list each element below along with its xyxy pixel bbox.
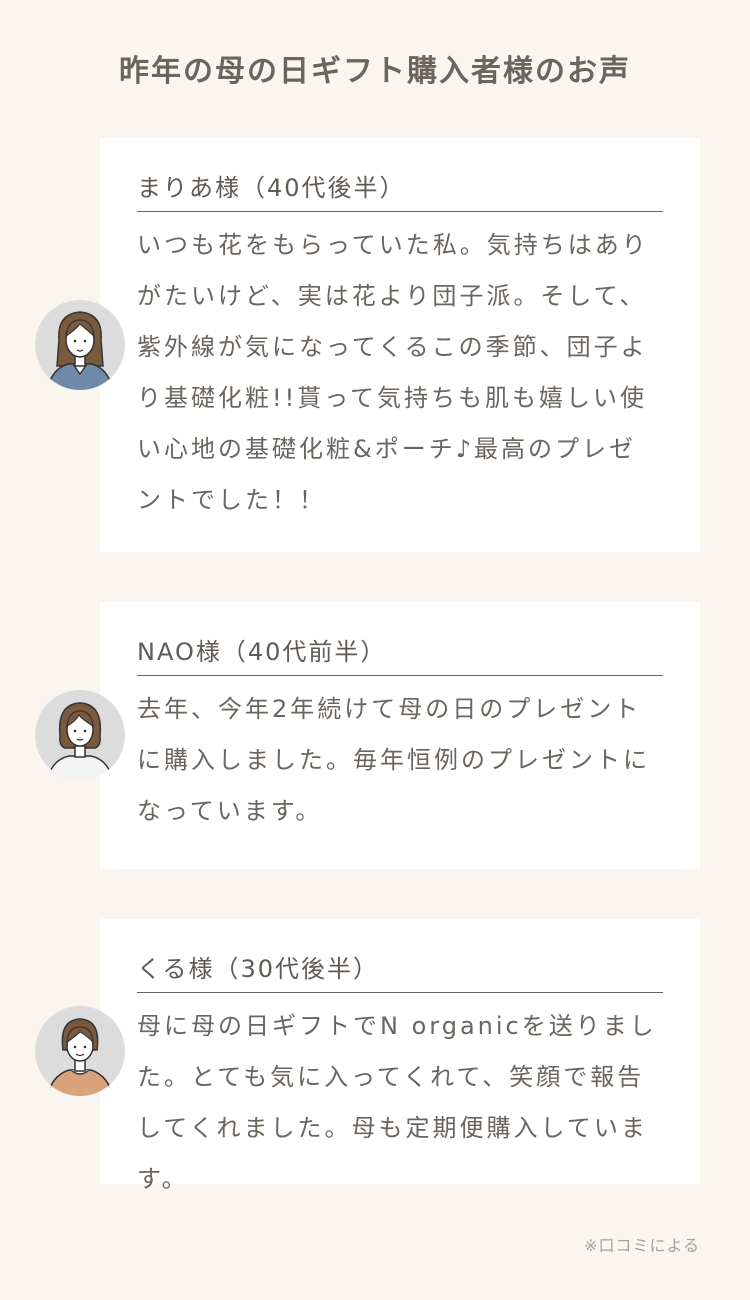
review-text: 去年、今年2年続けて母の日のプレゼントに購入しました。毎年恒例のプレゼントになっ… [137,695,650,825]
reviewer-name: まりあ様（40代後半） [137,174,406,202]
review-card: NAO様（40代前半） 去年、今年2年続けて母の日のプレゼントに購入しました。毎… [100,602,700,869]
review-card: くる様（30代後半） 母に母の日ギフトでN organicを送りました。とても気… [100,919,700,1193]
reviewer-name: くる様（30代後半） [137,955,380,983]
reviewer-avatar-icon [35,690,125,780]
reviewer-avatar-icon [35,300,125,390]
reviewer-avatar-icon [35,1006,125,1096]
footnote: ※口コミによる [584,1236,700,1255]
review-text: 母に母の日ギフトでN organicを送りました。とても気に入ってくれて、笑顔で… [137,1012,657,1193]
page-title: 昨年の母の日ギフト購入者様のお声 [119,54,631,89]
review-text: いつも花をもらっていた私。気持ちはありがたいけど、実は花より団子派。そして、紫外… [137,231,649,514]
reviewer-name: NAO様（40代前半） [137,638,387,666]
review-card: まりあ様（40代後半） いつも花をもらっていた私。気持ちはありがたいけど、実は花… [100,138,700,552]
